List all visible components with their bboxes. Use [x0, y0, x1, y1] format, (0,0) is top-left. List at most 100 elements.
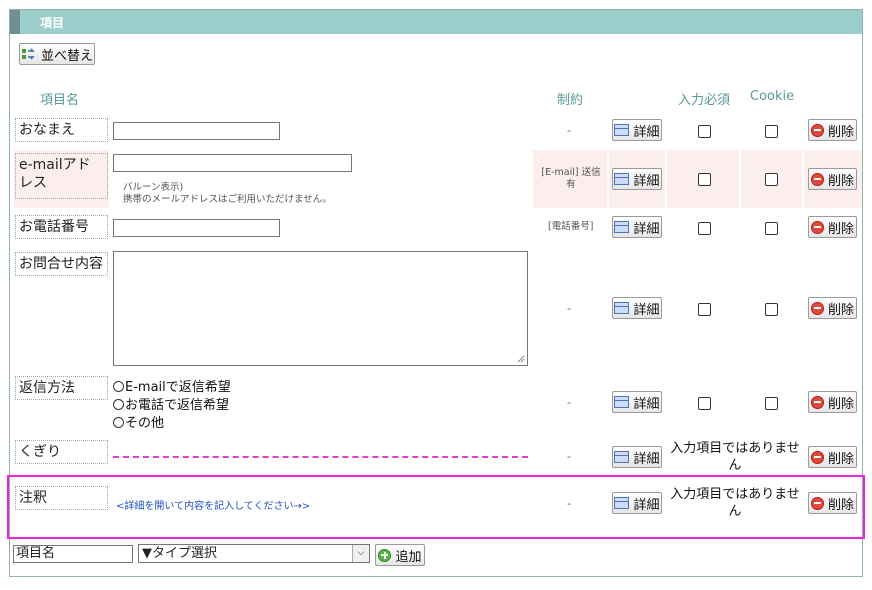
- chevron-down-icon: ⌵: [352, 545, 369, 562]
- sort-icon: [21, 47, 35, 60]
- add-label: 追加: [395, 549, 422, 565]
- separator-line: [113, 456, 528, 458]
- email-input[interactable]: [113, 154, 352, 172]
- row-label: 注釈: [15, 486, 108, 510]
- constraint-text: [電話番号]: [548, 221, 594, 232]
- detail-icon: [614, 302, 630, 314]
- delete-icon: [810, 301, 824, 315]
- cookie-checkbox[interactable]: [765, 222, 778, 235]
- delete-label: 削除: [827, 221, 854, 237]
- detail-label: 詳細: [633, 451, 660, 467]
- required-checkbox[interactable]: [698, 173, 711, 186]
- cookie-checkbox[interactable]: [765, 125, 778, 138]
- detail-label: 詳細: [633, 124, 660, 140]
- delete-label: 削除: [827, 124, 854, 140]
- delete-label: 削除: [827, 497, 854, 513]
- cookie-checkbox[interactable]: [765, 397, 778, 410]
- delete-button[interactable]: 削除: [808, 119, 857, 141]
- not-input-text: 入力項目ではありませ ん: [670, 487, 800, 519]
- constraint-text: -: [567, 124, 571, 137]
- radio-label: その他: [125, 416, 165, 431]
- radio-icon: [113, 381, 124, 392]
- detail-icon: [614, 173, 630, 185]
- cookie-checkbox[interactable]: [765, 173, 778, 186]
- detail-icon: [614, 497, 630, 509]
- detail-label: 詳細: [633, 302, 660, 318]
- constraint-text: -: [567, 450, 571, 463]
- detail-icon: [614, 124, 630, 136]
- delete-label: 削除: [827, 396, 854, 412]
- constraint-text: -: [567, 396, 571, 409]
- delete-icon: [810, 450, 824, 464]
- delete-button[interactable]: 削除: [808, 446, 857, 468]
- delete-button[interactable]: 削除: [808, 492, 857, 514]
- sort-button[interactable]: 並べ替え: [19, 43, 95, 65]
- delete-label: 削除: [827, 173, 854, 189]
- new-item-name-input[interactable]: 項目名: [13, 545, 133, 563]
- delete-icon: [810, 172, 824, 186]
- delete-button[interactable]: 削除: [808, 216, 857, 238]
- inquiry-textarea[interactable]: [113, 251, 528, 366]
- row-label: おなまえ: [15, 118, 108, 142]
- constraint-text: -: [567, 302, 571, 315]
- cookie-checkbox[interactable]: [765, 303, 778, 316]
- required-checkbox[interactable]: [698, 125, 711, 138]
- radio-label: E-mailで返信希望: [125, 380, 231, 395]
- delete-icon: [810, 123, 824, 137]
- detail-button[interactable]: 詳細: [612, 391, 662, 413]
- add-button[interactable]: 追加: [375, 544, 425, 566]
- detail-label: 詳細: [633, 396, 660, 412]
- detail-icon: [614, 221, 630, 233]
- type-select[interactable]: ▼タイプ選択 ⌵: [138, 544, 370, 563]
- constraint-text: -: [567, 497, 571, 510]
- not-input-text: 入力項目ではありませ ん: [670, 441, 800, 473]
- col-header-constraint: 制約: [557, 93, 584, 108]
- radio-label: お電話で返信希望: [125, 398, 230, 413]
- detail-icon: [614, 451, 630, 463]
- annotation-link[interactable]: <詳細を開いて内容を記入してください→>: [116, 497, 310, 512]
- required-checkbox[interactable]: [698, 222, 711, 235]
- row-label: 返信方法: [15, 376, 108, 400]
- row-label: くぎり: [15, 440, 108, 464]
- delete-label: 削除: [827, 451, 854, 467]
- delete-label: 削除: [827, 302, 854, 318]
- email-note-balloon: バルーン表示): [123, 182, 184, 193]
- detail-label: 詳細: [633, 497, 660, 513]
- radio-icon: [113, 399, 124, 410]
- radio-option[interactable]: お電話で返信希望: [113, 394, 229, 413]
- add-icon: [378, 548, 392, 562]
- col-header-name: 項目名: [40, 93, 80, 108]
- radio-icon: [113, 417, 124, 428]
- constraint-text: [E-mail] 送信有: [541, 167, 601, 190]
- name-input[interactable]: [113, 122, 280, 140]
- delete-button[interactable]: 削除: [808, 168, 857, 190]
- detail-button[interactable]: 詳細: [612, 492, 662, 514]
- delete-icon: [810, 220, 824, 234]
- detail-button[interactable]: 詳細: [612, 297, 662, 319]
- type-select-value: ▼タイプ選択: [142, 546, 217, 561]
- phone-input[interactable]: [113, 219, 280, 237]
- required-checkbox[interactable]: [698, 303, 711, 316]
- email-note-mobile: 携帯のメールアドレスはご利用いただけません。: [123, 194, 332, 205]
- detail-label: 詳細: [633, 221, 660, 237]
- required-checkbox[interactable]: [698, 397, 711, 410]
- detail-button[interactable]: 詳細: [612, 446, 662, 468]
- detail-button[interactable]: 詳細: [612, 119, 662, 141]
- col-header-required: 入力必須: [678, 93, 731, 108]
- delete-icon: [810, 395, 824, 409]
- radio-option[interactable]: E-mailで返信希望: [113, 376, 231, 395]
- row-label: e-mailアドレス: [15, 153, 108, 199]
- sort-button-label: 並べ替え: [40, 48, 93, 64]
- delete-button[interactable]: 削除: [808, 297, 857, 319]
- radio-option[interactable]: その他: [113, 412, 164, 431]
- detail-button[interactable]: 詳細: [612, 168, 662, 190]
- col-header-cookie: Cookie: [750, 89, 795, 104]
- delete-icon: [810, 496, 824, 510]
- resize-handle-icon[interactable]: [517, 355, 525, 363]
- detail-button[interactable]: 詳細: [612, 216, 662, 238]
- delete-button[interactable]: 削除: [808, 391, 857, 413]
- row-label: お問合せ内容: [15, 252, 108, 276]
- panel-title: 項目: [40, 16, 65, 30]
- detail-label: 詳細: [633, 173, 660, 189]
- panel-header: 項目: [10, 10, 862, 34]
